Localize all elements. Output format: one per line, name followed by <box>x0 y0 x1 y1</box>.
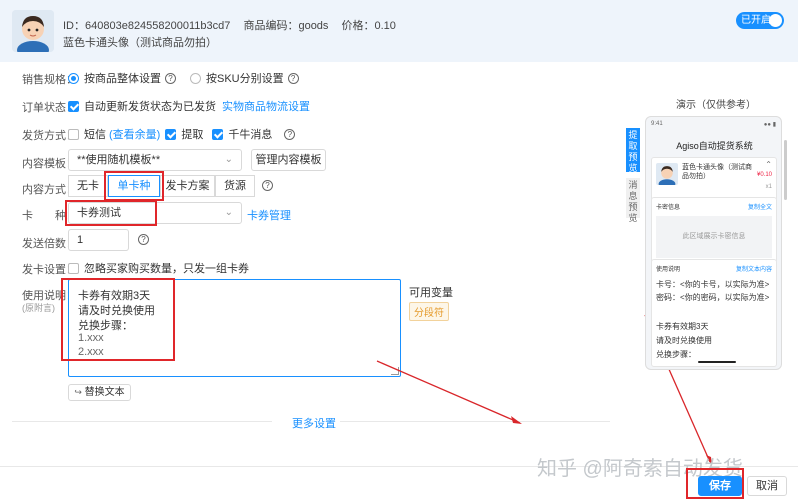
usage-preview-label: 使用说明 <box>656 267 681 273</box>
highlight-box <box>686 468 744 499</box>
preview-qty: x1 <box>765 184 772 190</box>
usage-preview-line: 卡号：<你的卡号，以实际为准>密码：<你的密码，以实际为准> <box>656 280 770 302</box>
preview-product-name: 蓝色卡通头像（测试商品勿拍） <box>682 164 752 180</box>
tab-message-preview[interactable]: 消息预览 <box>626 178 640 223</box>
phone-preview: 9:41 ●● ▮ Agiso自动提货系统 蓝色卡通头像（测试商品勿拍） ⌃ ¥… <box>645 116 782 370</box>
usage-preview-line: 请及时兑换使用 <box>656 336 712 345</box>
usage-preview-line: 卡券有效期3天 <box>656 322 709 331</box>
preview-card-info: 卡密信息 复制全文 此区域展示卡密信息 <box>651 197 777 263</box>
status-icons: ●● ▮ <box>763 122 776 128</box>
preview-avatar <box>656 163 678 185</box>
preview-usage: 使用说明 复制文本内容 卡号：<你的卡号，以实际为准>密码：<你的密码，以实际为… <box>651 259 777 367</box>
status-time: 9:41 <box>651 121 663 127</box>
preview-product-card: 蓝色卡通头像（测试商品勿拍） ⌃ ¥0.10 x1 <box>651 157 777 201</box>
card-info-label: 卡密信息 <box>656 205 681 211</box>
home-indicator <box>698 361 736 363</box>
copy-usage-link[interactable]: 复制文本内容 <box>736 264 772 273</box>
tab-pickup-preview[interactable]: 提取预览 <box>626 128 640 173</box>
preview-price: ¥0.10 <box>756 172 772 178</box>
chevron-up-icon[interactable]: ⌃ <box>765 160 772 169</box>
usage-preview-line: 兑换步骤： <box>656 350 696 359</box>
app-title: Agiso自动提货系统 <box>676 141 753 151</box>
preview-scrollbar[interactable] <box>784 140 787 200</box>
copy-all-link[interactable]: 复制全文 <box>748 202 772 211</box>
cancel-button[interactable]: 取消 <box>747 476 787 496</box>
card-area-placeholder: 此区域展示卡密信息 <box>656 216 772 258</box>
preview-title: 演示（仅供参考） <box>676 100 756 111</box>
